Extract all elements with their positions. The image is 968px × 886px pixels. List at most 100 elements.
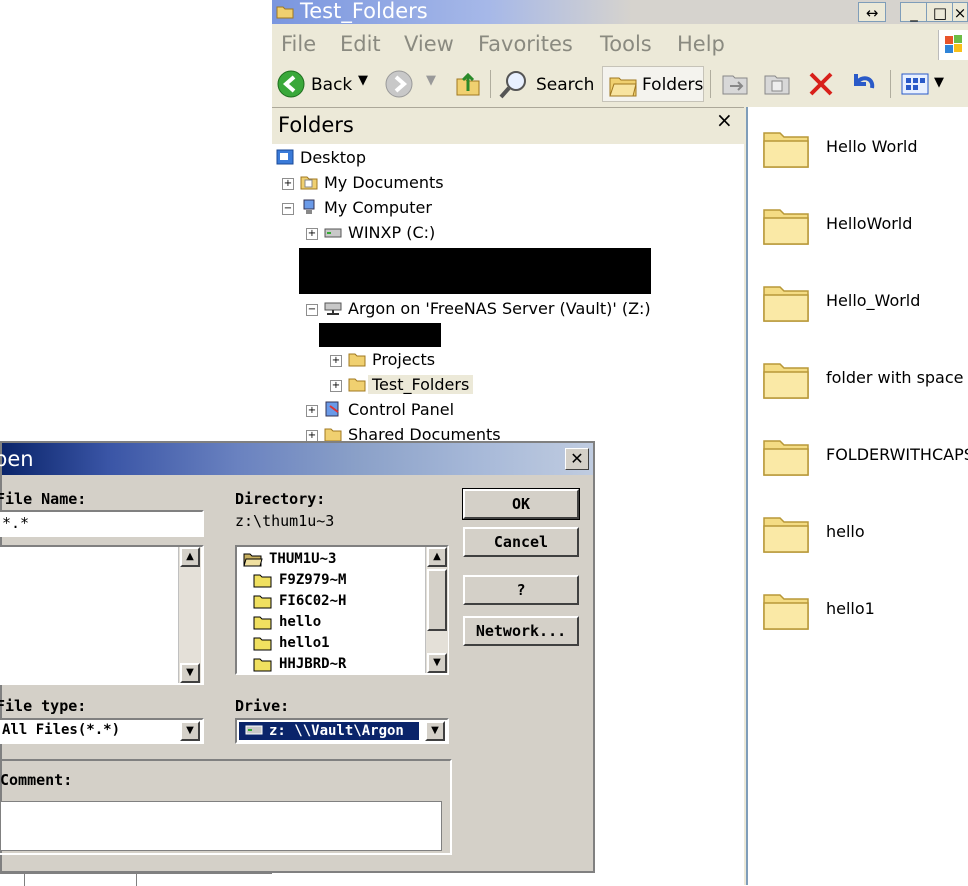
views-icon[interactable] xyxy=(900,72,930,96)
explorer-title-bar[interactable]: Test_Folders ↔ _ □ × xyxy=(272,0,968,24)
tree-item-label: WINXP (C:) xyxy=(348,223,436,242)
folder-icon xyxy=(253,595,272,609)
resize-icon[interactable]: ↔ xyxy=(858,2,886,22)
folder-icon xyxy=(763,440,809,476)
expand-icon[interactable]: + xyxy=(330,380,342,392)
tree-item-label: Control Panel xyxy=(348,400,455,419)
expand-icon[interactable]: + xyxy=(306,405,318,417)
move-to-icon[interactable] xyxy=(720,70,750,98)
file-name-input[interactable]: *.* xyxy=(0,510,204,537)
back-dropdown-icon[interactable]: ▼ xyxy=(358,73,368,88)
directory-list-scrollbar[interactable]: ▲ ▼ xyxy=(425,547,448,673)
network-drive-icon xyxy=(245,725,263,735)
file-item-label: HelloWorld xyxy=(826,214,913,233)
comment-input[interactable] xyxy=(0,801,442,851)
file-item-folder[interactable]: hello1 xyxy=(760,585,968,645)
redacted-block xyxy=(299,248,651,294)
delete-icon[interactable] xyxy=(806,70,836,98)
views-dropdown-icon[interactable]: ▼ xyxy=(934,75,944,90)
folder-icon xyxy=(253,574,272,588)
scroll-up-icon[interactable]: ▲ xyxy=(180,547,200,567)
tree-item-label: Desktop xyxy=(300,148,366,167)
directory-value: z:\thum1u~3 xyxy=(235,512,335,530)
forward-dropdown-icon[interactable]: ▼ xyxy=(426,73,436,88)
file-item-folder[interactable]: folder with space xyxy=(760,354,968,414)
file-list-box[interactable]: ▲ ▼ xyxy=(0,545,204,685)
scrollbar-thumb[interactable] xyxy=(427,569,447,631)
drive-select[interactable]: z: \\Vault\Argon ▼ xyxy=(235,718,449,744)
scroll-down-icon[interactable]: ▼ xyxy=(180,663,200,683)
file-item-folder[interactable]: Hello_World xyxy=(760,277,968,337)
file-item-folder[interactable]: HelloWorld xyxy=(760,200,968,260)
up-folder-icon[interactable] xyxy=(454,69,482,99)
folder-icon xyxy=(763,286,809,322)
back-arrow-icon[interactable] xyxy=(276,69,306,99)
maximize-button[interactable]: □ xyxy=(926,2,954,22)
folders-pane-header: Folders × xyxy=(272,108,744,144)
help-button[interactable]: ? xyxy=(463,575,579,605)
window-title: Test_Folders xyxy=(300,0,428,23)
directory-item-label: hello xyxy=(279,614,322,630)
drive-value: z: \\Vault\Argon xyxy=(269,723,404,739)
file-name-label: File Name: xyxy=(0,490,87,508)
search-button[interactable]: Search xyxy=(536,75,594,95)
collapse-icon[interactable]: − xyxy=(282,203,294,215)
scroll-down-icon[interactable]: ▼ xyxy=(427,653,447,673)
folders-pane-title: Folders xyxy=(278,113,354,137)
chevron-down-icon[interactable]: ▼ xyxy=(180,721,200,741)
file-item-label: hello1 xyxy=(826,599,875,618)
directory-item-label: FI6C02~H xyxy=(279,593,347,609)
menu-view[interactable]: View xyxy=(404,32,454,56)
scroll-up-icon[interactable]: ▲ xyxy=(427,547,447,567)
hard-drive-icon xyxy=(324,228,342,238)
directory-item-label: hello1 xyxy=(279,635,330,651)
menu-bar: File Edit View Favorites Tools Help xyxy=(272,28,968,62)
close-button[interactable]: × xyxy=(952,2,968,22)
expand-icon[interactable]: + xyxy=(330,355,342,367)
chevron-down-icon[interactable]: ▼ xyxy=(425,721,445,741)
directory-list-box[interactable]: THUM1U~3 F9Z979~M FI6C02~H hello hello1 … xyxy=(235,545,449,675)
minimize-button[interactable]: _ xyxy=(900,2,928,22)
directory-item-label: HHJBRD~R xyxy=(279,656,347,672)
folder-icon xyxy=(253,637,272,651)
folders-pane-close-button[interactable]: × xyxy=(716,108,733,132)
file-type-value: All Files(*.*) xyxy=(2,722,121,738)
directory-item-label: F9Z979~M xyxy=(279,572,347,588)
tree-item-label: Argon on 'FreeNAS Server (Vault)' (Z:) xyxy=(348,299,651,318)
file-item-folder[interactable]: hello xyxy=(760,508,968,568)
dialog-close-button[interactable]: ✕ xyxy=(565,448,589,470)
back-button[interactable]: Back xyxy=(311,75,352,95)
expand-icon[interactable]: + xyxy=(306,228,318,240)
network-button[interactable]: Network... xyxy=(463,616,579,646)
file-item-label: hello xyxy=(826,522,865,541)
menu-edit[interactable]: Edit xyxy=(340,32,381,56)
cancel-button[interactable]: Cancel xyxy=(463,527,579,557)
copy-to-icon[interactable] xyxy=(762,70,792,98)
file-type-select[interactable]: All Files(*.*) ▼ xyxy=(0,718,204,744)
desktop-icon xyxy=(276,149,294,165)
menu-help[interactable]: Help xyxy=(677,32,725,56)
menu-file[interactable]: File xyxy=(281,32,316,56)
folders-button[interactable]: Folders xyxy=(642,75,703,95)
tree-item-label: Projects xyxy=(372,350,436,369)
tree-item-label: My Documents xyxy=(324,173,444,192)
menu-tools[interactable]: Tools xyxy=(600,32,652,56)
search-icon[interactable] xyxy=(498,68,530,100)
folder-icon xyxy=(253,658,272,672)
folders-icon[interactable] xyxy=(608,70,638,98)
dialog-title-bar[interactable]: pen ✕ xyxy=(0,443,593,475)
file-item-label: Hello_World xyxy=(826,291,921,310)
expand-icon[interactable]: + xyxy=(282,178,294,190)
file-item-label: folder with space xyxy=(826,368,964,387)
ok-button[interactable]: OK xyxy=(462,488,580,520)
collapse-icon[interactable]: − xyxy=(306,304,318,316)
file-item-folder[interactable]: FOLDERWITHCAPS xyxy=(760,431,968,491)
undo-icon[interactable] xyxy=(848,68,878,98)
tree-item-label: Test_Folders xyxy=(368,375,474,394)
computer-icon xyxy=(303,199,315,214)
forward-arrow-icon[interactable] xyxy=(384,69,414,99)
menu-favorites[interactable]: Favorites xyxy=(478,32,573,56)
file-item-folder[interactable]: Hello World xyxy=(760,123,968,183)
folder-icon xyxy=(763,363,809,399)
file-list-scrollbar[interactable]: ▲ ▼ xyxy=(178,547,201,683)
